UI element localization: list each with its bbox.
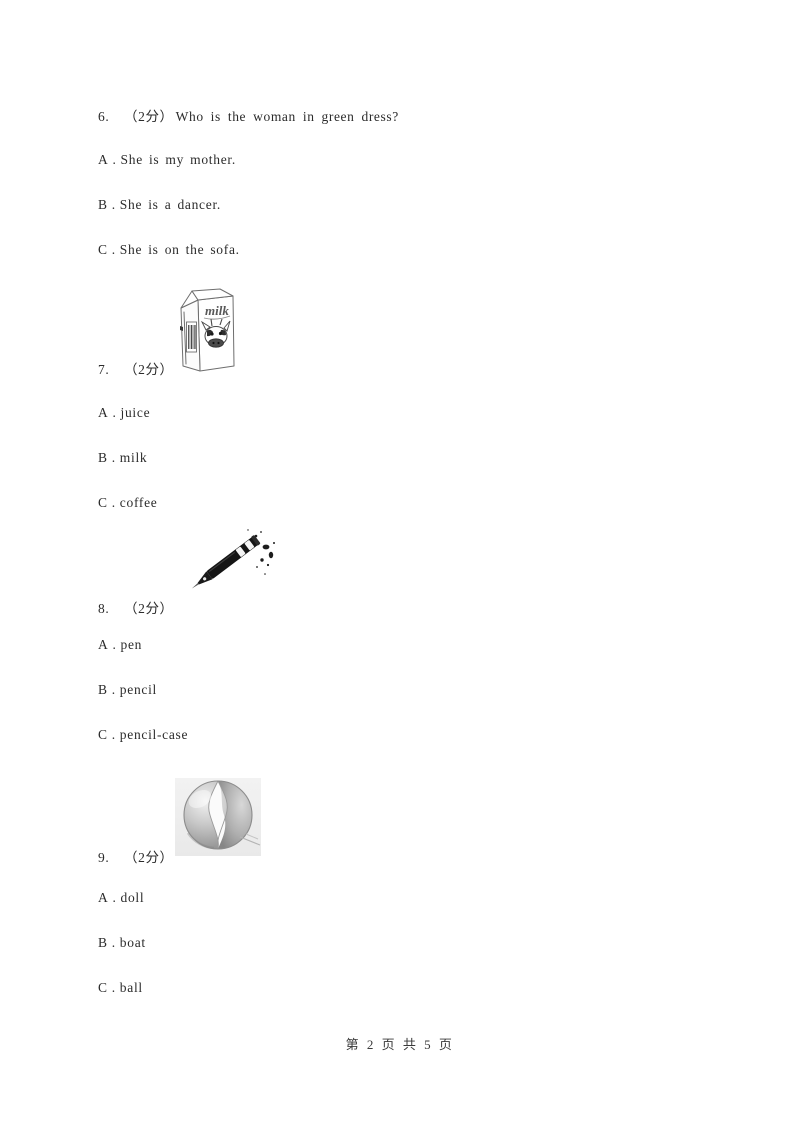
- option-dot: .: [111, 682, 116, 697]
- question-9-option-b[interactable]: B. boat: [98, 935, 146, 951]
- question-9-marks: （2分）: [124, 850, 174, 865]
- option-letter: C: [98, 242, 108, 257]
- option-letter: A: [98, 890, 109, 905]
- option-dot: .: [112, 890, 117, 905]
- question-6-option-b[interactable]: B. She is a dancer.: [98, 197, 221, 213]
- option-letter: A: [98, 637, 109, 652]
- option-dot: .: [111, 450, 116, 465]
- option-letter: C: [98, 495, 108, 510]
- question-8-option-c[interactable]: C. pencil-case: [98, 727, 188, 743]
- question-8-number: 8.: [98, 601, 110, 616]
- option-letter: B: [98, 682, 108, 697]
- option-dot: .: [111, 495, 116, 510]
- option-dot: .: [111, 980, 116, 995]
- ball-illustration: [174, 777, 262, 857]
- pen-illustration: [182, 522, 280, 596]
- question-9-option-a[interactable]: A. doll: [98, 890, 144, 906]
- question-6-text: Who is the woman in green dress?: [175, 109, 399, 124]
- option-letter: C: [98, 727, 108, 742]
- option-text: She is my mother.: [120, 152, 236, 167]
- question-8-marks: （2分）: [124, 601, 174, 616]
- question-8-option-a[interactable]: A. pen: [98, 637, 142, 653]
- option-dot: .: [111, 242, 116, 257]
- option-letter: B: [98, 197, 108, 212]
- option-text: doll: [120, 890, 145, 905]
- option-text: She is a dancer.: [119, 197, 221, 212]
- question-7-option-b[interactable]: B. milk: [98, 450, 147, 466]
- question-7-number: 7.: [98, 362, 110, 377]
- question-6-number: 6.: [98, 109, 110, 124]
- option-text: ball: [119, 980, 143, 995]
- question-7-line: 7. （2分）: [98, 358, 176, 378]
- option-text: pencil: [119, 682, 157, 697]
- option-letter: C: [98, 980, 108, 995]
- option-text: boat: [119, 935, 146, 950]
- exam-page: 6. （2分） Who is the woman in green dress? A…: [0, 0, 800, 1132]
- question-7-marks: （2分）: [124, 362, 174, 377]
- option-letter: B: [98, 935, 108, 950]
- question-9-line: 9. （2分）: [98, 846, 176, 866]
- option-text: She is on the sofa.: [119, 242, 240, 257]
- option-dot: .: [111, 727, 116, 742]
- question-8-line: 8. （2分）: [98, 597, 176, 617]
- option-letter: A: [98, 152, 109, 167]
- question-6-option-c[interactable]: C. She is on the sofa.: [98, 242, 240, 258]
- option-letter: A: [98, 405, 109, 420]
- question-6-option-a[interactable]: A. She is my mother.: [98, 152, 236, 168]
- option-dot: .: [111, 935, 116, 950]
- milk-carton-illustration: milk: [176, 286, 240, 374]
- question-7-option-a[interactable]: A. juice: [98, 405, 150, 421]
- question-9-option-c[interactable]: C. ball: [98, 980, 143, 996]
- question-7-option-c[interactable]: C. coffee: [98, 495, 157, 511]
- option-letter: B: [98, 450, 108, 465]
- question-8-option-b[interactable]: B. pencil: [98, 682, 157, 698]
- option-dot: .: [112, 152, 117, 167]
- option-text: pen: [120, 637, 143, 652]
- option-text: juice: [120, 405, 151, 420]
- page-footer: 第 2 页 共 5 页: [345, 1037, 455, 1052]
- option-text: coffee: [119, 495, 158, 510]
- question-9-number: 9.: [98, 850, 110, 865]
- milk-wordmark: milk: [205, 303, 229, 318]
- question-6-marks: （2分）: [124, 109, 174, 124]
- question-6-line: 6. （2分） Who is the woman in green dress?: [98, 105, 399, 125]
- option-dot: .: [112, 405, 117, 420]
- option-dot: .: [112, 637, 117, 652]
- option-text: pencil-case: [119, 727, 189, 742]
- option-text: milk: [119, 450, 148, 465]
- option-dot: .: [111, 197, 116, 212]
